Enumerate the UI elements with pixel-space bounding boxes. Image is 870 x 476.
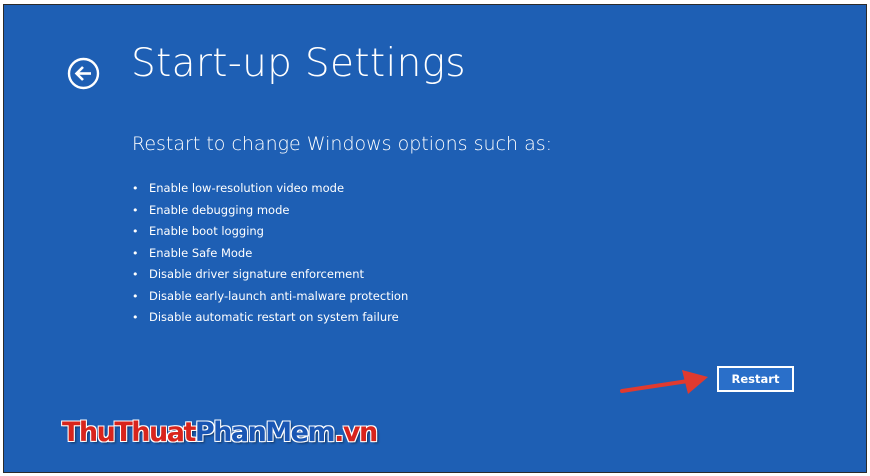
list-item: • Disable driver signature enforcement — [129, 264, 408, 286]
watermark-part-3: .vn — [334, 417, 379, 449]
watermark-part-1: ThuThuat — [62, 417, 197, 449]
startup-settings-screen: Start-up Settings Restart to change Wind… — [3, 4, 867, 473]
option-text: Disable automatic restart on system fail… — [149, 310, 399, 324]
list-item: • Enable Safe Mode — [129, 243, 408, 265]
list-item: • Enable debugging mode — [129, 200, 408, 222]
list-item: • Disable automatic restart on system fai… — [129, 307, 408, 329]
bullet: • — [132, 203, 139, 217]
watermark-part-2: PhanMem — [194, 417, 336, 449]
bullet: • — [132, 289, 139, 303]
option-text: Enable debugging mode — [149, 202, 290, 217]
list-item: • Disable early-launch anti-malware prote… — [129, 286, 408, 308]
list-item: • Enable boot logging — [129, 221, 408, 243]
page-title: Start-up Settings — [131, 41, 466, 86]
watermark-logo: ThuThuatPhanMem.vn — [62, 417, 379, 449]
subtitle: Restart to change Windows options such a… — [132, 133, 553, 155]
bullet: • — [132, 225, 139, 238]
option-text: Disable driver signature enforcement — [149, 267, 365, 281]
back-arrow-icon — [67, 57, 100, 90]
option-text: Enable boot logging — [149, 224, 264, 238]
bullet: • — [132, 246, 139, 260]
back-button[interactable] — [67, 57, 100, 90]
option-text: Enable low-resolution video mode — [149, 181, 345, 195]
options-list: • Enable low-resolution video mode • Enabl… — [129, 178, 408, 329]
option-text: Disable early-launch anti-malware protec… — [149, 288, 409, 303]
bullet: • — [132, 311, 139, 324]
option-text: Enable Safe Mode — [149, 245, 253, 260]
list-item: • Enable low-resolution video mode — [129, 178, 408, 200]
bullet: • — [132, 182, 139, 195]
bullet: • — [132, 268, 139, 281]
red-arrow-icon — [620, 370, 708, 394]
restart-button[interactable]: Restart — [717, 366, 794, 392]
